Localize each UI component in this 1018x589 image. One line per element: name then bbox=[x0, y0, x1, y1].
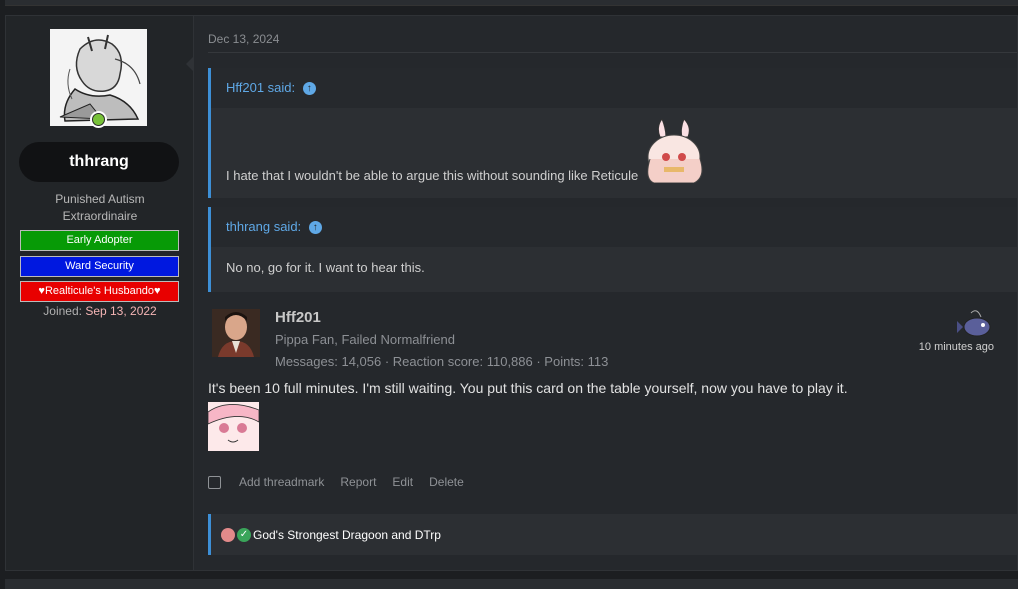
jump-up-arrow-icon[interactable]: ↑ bbox=[302, 82, 316, 96]
author-title-line2: Extraordinaire bbox=[62, 209, 138, 223]
reply-user-title: Pippa Fan, Failed Normalfriend bbox=[275, 332, 455, 347]
user-info-pane: thhrang Punished Autism Extraordinaire E… bbox=[6, 16, 194, 570]
author-title-line1: Punished Autism bbox=[55, 192, 145, 206]
quote-author[interactable]: thhrang said: bbox=[226, 219, 301, 234]
joined-date: Sep 13, 2022 bbox=[85, 304, 157, 318]
reactions-text[interactable]: God's Strongest Dragoon and DTrp bbox=[253, 528, 441, 542]
reaction-emote-icon bbox=[221, 527, 235, 542]
delete-link[interactable]: Delete bbox=[429, 475, 464, 489]
post-date[interactable]: Dec 13, 2024 bbox=[208, 32, 279, 46]
quote-text: No no, go for it. I want to hear this. bbox=[226, 260, 425, 275]
quote-text: I hate that I wouldn't be able to argue … bbox=[226, 168, 639, 183]
select-checkbox[interactable] bbox=[208, 475, 221, 489]
fish-badge-icon bbox=[957, 310, 991, 337]
quote-header[interactable]: Hff201 said: ↑ bbox=[211, 68, 1017, 108]
quote-block: Hff201 said: ↑ I hate that I wouldn't be… bbox=[208, 68, 1017, 198]
jump-up-arrow-icon[interactable]: ↑ bbox=[308, 221, 322, 235]
banner-ward-security: Ward Security bbox=[20, 256, 179, 277]
reply-username[interactable]: Hff201 bbox=[275, 309, 321, 326]
report-link[interactable]: Report bbox=[340, 475, 376, 489]
reply-avatar-image bbox=[212, 309, 260, 357]
quote-block: thhrang said: ↑ No no, go for it. I want… bbox=[208, 207, 1017, 292]
reply-avatar[interactable] bbox=[212, 309, 260, 357]
post-main: Dec 13, 2024 Hff201 said: ↑ I hate that … bbox=[186, 16, 1017, 570]
author-title: Punished Autism Extraordinaire bbox=[6, 191, 194, 225]
post-arrow bbox=[186, 56, 194, 72]
joined-info: Joined: Sep 13, 2022 bbox=[6, 304, 194, 318]
reply-message: It's been 10 full minutes. I'm still wai… bbox=[208, 380, 848, 396]
add-threadmark-link[interactable]: Add threadmark bbox=[239, 475, 324, 489]
post-actions: Add threadmark Report Edit Delete bbox=[208, 475, 480, 489]
next-post-edge bbox=[5, 579, 1018, 589]
reply-time[interactable]: 10 minutes ago bbox=[919, 341, 994, 353]
pink-face-emote-icon bbox=[208, 402, 259, 451]
quote-author[interactable]: Hff201 said: bbox=[226, 80, 295, 95]
reply-user-stats: Messages: 14,056 · Reaction score: 110,8… bbox=[275, 354, 609, 369]
joined-label: Joined: bbox=[43, 304, 82, 318]
previous-post-edge bbox=[5, 0, 1018, 6]
quote-body: I hate that I wouldn't be able to argue … bbox=[211, 108, 1017, 198]
banner-husbando: ♥Realticule's Husbando♥ bbox=[20, 281, 179, 302]
reactions-bar[interactable]: ✓ God's Strongest Dragoon and DTrp bbox=[208, 514, 1017, 555]
bunny-girl-emote-icon bbox=[647, 119, 703, 183]
author-username[interactable]: thhrang bbox=[19, 142, 179, 182]
checkmark-reaction-icon: ✓ bbox=[237, 527, 251, 542]
divider bbox=[208, 52, 1017, 53]
quote-header[interactable]: thhrang said: ↑ bbox=[211, 207, 1017, 247]
forum-post: thhrang Punished Autism Extraordinaire E… bbox=[5, 15, 1018, 571]
edit-link[interactable]: Edit bbox=[392, 475, 413, 489]
online-status-icon bbox=[90, 111, 107, 128]
banner-early-adopter: Early Adopter bbox=[20, 230, 179, 251]
pink-face-emote bbox=[208, 402, 259, 451]
